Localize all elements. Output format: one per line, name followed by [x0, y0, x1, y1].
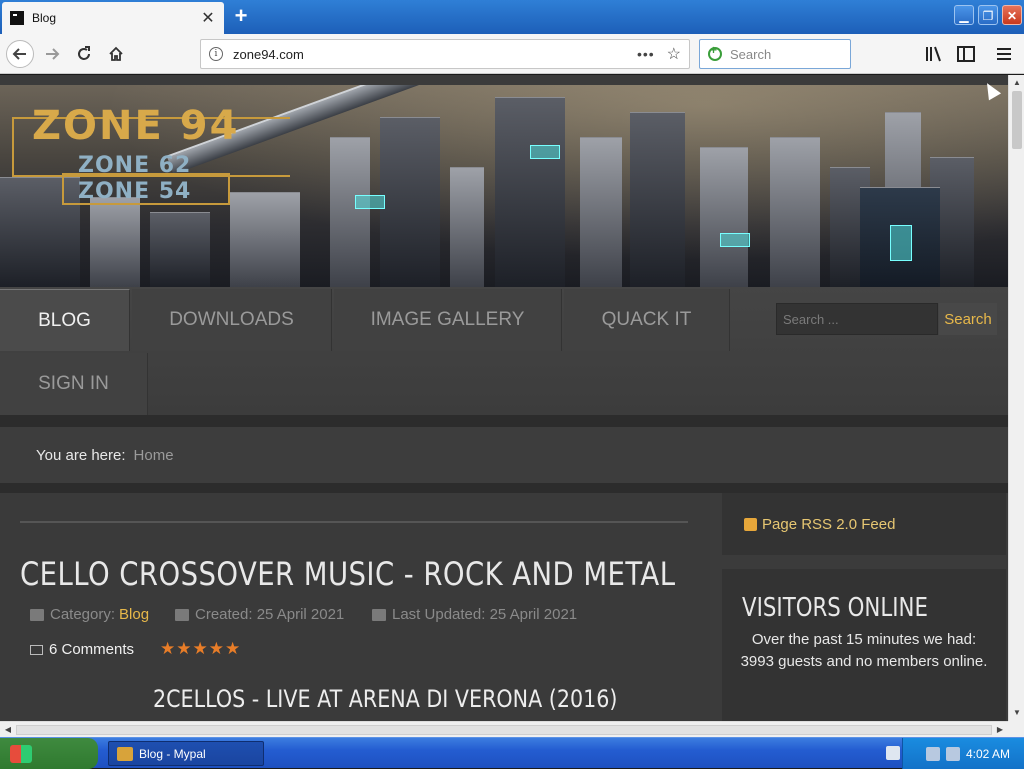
logo-sub-2: ZONE 54	[78, 179, 192, 204]
logo-sub-1: ZONE 62	[78, 153, 192, 178]
menu-item-quack-it[interactable]: QUACK IT	[564, 289, 730, 351]
url-text[interactable]: zone94.com	[233, 47, 637, 62]
browser-search-field[interactable]: Search	[699, 39, 851, 69]
new-tab-button[interactable]: +	[230, 5, 252, 27]
start-button[interactable]	[0, 738, 98, 769]
url-bar[interactable]: i zone94.com ••• ☆	[200, 39, 690, 69]
menu-item-image-gallery[interactable]: IMAGE GALLERY	[334, 289, 562, 351]
vertical-scrollbar[interactable]: ▲ ▼	[1008, 75, 1024, 721]
article-updated: Last Updated: 25 April 2021	[372, 606, 577, 623]
horizontal-scrollbar[interactable]: ◀ ▶	[0, 721, 1008, 737]
site-search-placeholder: Search ...	[783, 311, 839, 327]
minimize-button[interactable]: ▁	[954, 5, 974, 25]
menu-hamburger-icon[interactable]	[994, 44, 1014, 64]
arrow-right-icon	[46, 48, 60, 60]
site-logo[interactable]: ZONE 94	[32, 103, 239, 149]
forward-button[interactable]	[38, 40, 66, 68]
category-link[interactable]: Blog	[119, 606, 149, 623]
tab-title: Blog	[32, 11, 57, 25]
browser-tabbar: Blog ✕ + ▁ ❐ ✕	[0, 0, 1024, 34]
reload-button[interactable]	[70, 40, 98, 68]
browser-search-placeholder: Search	[730, 46, 772, 62]
site-search-input[interactable]: Search ...	[776, 303, 938, 335]
system-tray: 4:02 AM	[902, 738, 1024, 769]
created-date: Created: 25 April 2021	[195, 606, 345, 623]
rss-feed-link[interactable]: Page RSS 2.0 Feed	[762, 516, 895, 533]
divider	[0, 483, 1008, 493]
visitors-text: Over the past 15 minutes we had: 3993 gu…	[740, 631, 988, 670]
article-divider	[20, 521, 688, 523]
bookmark-star-icon[interactable]: ☆	[667, 44, 681, 64]
comment-icon	[30, 644, 43, 655]
taskbar-item-mypal[interactable]: Blog - Mypal	[108, 741, 264, 766]
library-icon[interactable]	[924, 44, 944, 64]
rss-icon	[744, 517, 757, 531]
updated-date: Last Updated: 25 April 2021	[392, 606, 578, 623]
site-search-button[interactable]: Search	[939, 303, 997, 335]
comments-count[interactable]: 6 Comments	[49, 641, 134, 658]
comments-link[interactable]: 6 Comments	[30, 641, 134, 658]
page-actions-icon[interactable]: •••	[637, 46, 655, 62]
taskbar-item-label: Blog - Mypal	[139, 746, 206, 761]
scroll-down-arrow-icon[interactable]: ▼	[1009, 705, 1024, 721]
scroll-up-arrow-icon[interactable]: ▲	[1009, 75, 1024, 91]
article-created: Created: 25 April 2021	[175, 606, 344, 623]
article-panel: CELLO CROSSOVER MUSIC - ROCK AND METAL C…	[0, 493, 710, 721]
reload-icon	[78, 46, 90, 60]
volume-icon[interactable]	[945, 746, 960, 761]
breadcrumb-label: You are here:	[36, 446, 126, 464]
article-category: Category: Blog	[30, 606, 149, 623]
back-button[interactable]	[6, 40, 34, 68]
browser-navbar: i zone94.com ••• ☆ Search	[0, 34, 1024, 74]
site-main-menu: BLOG DOWNLOADS IMAGE GALLERY QUACK IT SI…	[0, 287, 1008, 415]
category-label: Category:	[50, 606, 116, 623]
scroll-right-arrow-icon[interactable]: ▶	[992, 722, 1008, 738]
scroll-left-arrow-icon[interactable]: ◀	[0, 722, 16, 738]
breadcrumb-home: Home	[133, 446, 174, 464]
arrow-left-icon	[12, 48, 26, 60]
home-button[interactable]	[102, 40, 130, 68]
network-icon[interactable]	[925, 746, 940, 761]
menu-item-downloads[interactable]: DOWNLOADS	[132, 289, 332, 351]
calendar-icon	[175, 608, 189, 621]
tab-blog[interactable]: Blog ✕	[2, 2, 224, 34]
divider	[0, 415, 1008, 427]
visitors-title: VISITORS ONLINE	[742, 593, 928, 623]
site-info-icon[interactable]: i	[209, 47, 223, 61]
site-banner: ZONE 94 ZONE 62 ZONE 54	[0, 85, 1008, 287]
visitors-online-box: VISITORS ONLINE Over the past 15 minutes…	[722, 569, 1006, 721]
close-tab-icon[interactable]: ✕	[200, 8, 216, 28]
windows-logo-icon	[10, 744, 32, 763]
page-viewport: ZONE 94 ZONE 62 ZONE 54 BLOG DOWNLOADS I…	[0, 75, 1008, 721]
menu-item-blog[interactable]: BLOG	[0, 289, 130, 351]
keyboard-icon[interactable]	[886, 746, 900, 760]
home-icon	[109, 46, 123, 61]
article-subtitle: 2CELLOS - LIVE AT ARENA DI VERONA (2016)	[153, 685, 618, 713]
scrollbar-corner	[1008, 721, 1024, 737]
restore-button[interactable]: ❐	[978, 5, 998, 25]
rating-stars[interactable]: ★★★★★	[160, 639, 241, 659]
rss-feed-box: Page RSS 2.0 Feed	[722, 493, 1006, 555]
windows-taskbar: Blog - Mypal 4:02 AM	[0, 737, 1024, 769]
close-window-button[interactable]: ✕	[1002, 5, 1022, 25]
site-favicon-icon	[10, 11, 24, 25]
clock[interactable]: 4:02 AM	[966, 747, 1010, 761]
article-title[interactable]: CELLO CROSSOVER MUSIC - ROCK AND METAL	[20, 555, 675, 593]
horizontal-scroll-thumb[interactable]	[16, 725, 992, 735]
sidebar-toggle-icon[interactable]	[956, 44, 976, 64]
vertical-scroll-thumb[interactable]	[1012, 91, 1022, 149]
folder-icon	[30, 608, 44, 621]
menu-item-sign-in[interactable]: SIGN IN	[0, 353, 148, 415]
search-engine-icon[interactable]	[708, 43, 722, 61]
calendar-icon	[372, 608, 386, 621]
breadcrumb: You are here: Home	[0, 427, 1008, 483]
mypal-icon	[117, 746, 133, 761]
